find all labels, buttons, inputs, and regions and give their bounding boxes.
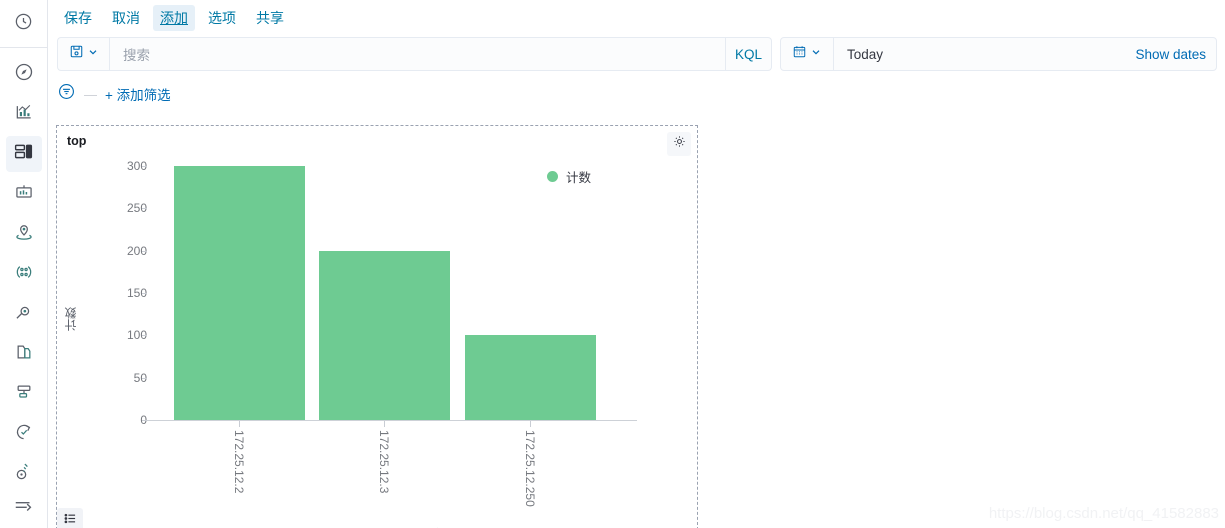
panel-title: top — [67, 134, 87, 148]
clock-icon — [14, 12, 33, 36]
x-axis-line — [147, 420, 637, 421]
query-bar: 搜索 KQL Today Show dates — [57, 37, 1217, 71]
global-nav-sidebar — [0, 0, 48, 528]
bar-2[interactable] — [465, 335, 596, 420]
compass-icon — [14, 62, 34, 87]
sidebar-item-metrics[interactable] — [6, 376, 42, 412]
x-tick-mark — [384, 421, 385, 427]
x-tick-mark — [239, 421, 240, 427]
x-axis-title: clientip.keyword: 降序 — [57, 524, 699, 528]
kibana-dashboard-edit-screen: 保存 取消 添加 选项 共享 搜索 KQL Today Show dates —… — [0, 0, 1225, 528]
gear-icon — [672, 134, 687, 154]
x-tick-label: 172.25.12.250 — [523, 430, 537, 507]
panel-list-button[interactable] — [57, 508, 83, 528]
kql-language-button[interactable]: KQL — [726, 37, 772, 71]
watermark: https://blog.csdn.net/qq_41582883 — [988, 505, 1219, 522]
logs-icon — [14, 342, 34, 367]
search-placeholder: 搜索 — [123, 48, 150, 63]
add-filter-button[interactable]: + 添加筛选 — [105, 84, 171, 104]
bar-chart: 计数 计数 300 250 200 150 100 50 0 — [57, 152, 699, 528]
sidebar-item-recently-viewed[interactable] — [0, 0, 47, 48]
floppy-disk-icon — [69, 44, 84, 64]
bar-1[interactable] — [319, 250, 450, 420]
x-tick-label: 172.25.12.2 — [232, 430, 246, 494]
top-menu-add[interactable]: 添加 — [153, 5, 195, 31]
sidebar-collapse-button[interactable] — [0, 486, 48, 528]
dashboard-panel-top[interactable]: top 计数 计数 300 250 200 150 100 50 172.25.… — [56, 125, 698, 528]
sidebar-item-graph[interactable] — [6, 256, 42, 292]
bar-chart-icon — [14, 102, 34, 127]
machine-learning-icon — [14, 302, 34, 327]
top-menu-cancel[interactable]: 取消 — [105, 5, 147, 31]
sidebar-item-discover[interactable] — [6, 56, 42, 92]
y-axis-title: 计数 — [64, 307, 78, 331]
chart-plot-area — [147, 166, 637, 420]
x-tick-label: 172.25.12.3 — [377, 430, 391, 494]
filter-icon[interactable] — [57, 82, 76, 106]
x-tick-mark — [530, 421, 531, 427]
canvas-icon — [14, 182, 34, 207]
sidebar-item-dashboard[interactable] — [5, 136, 42, 172]
chevron-down-icon — [810, 45, 822, 63]
sidebar-item-visualize[interactable] — [6, 96, 42, 132]
show-dates-button[interactable]: Show dates — [1135, 38, 1216, 70]
sidebar-item-machine-learning[interactable] — [6, 296, 42, 332]
top-menu-save[interactable]: 保存 — [57, 5, 99, 31]
uptime-icon — [14, 462, 34, 487]
apm-icon — [14, 422, 34, 447]
metrics-icon — [14, 382, 34, 407]
filter-separator: — — [84, 86, 97, 102]
top-menu-share[interactable]: 共享 — [249, 5, 291, 31]
chevron-down-icon — [87, 45, 99, 63]
saved-query-button[interactable] — [57, 37, 109, 71]
sidebar-item-canvas[interactable] — [6, 176, 42, 212]
bar-0[interactable] — [174, 166, 305, 420]
y-axis: 300 250 200 150 100 50 0 — [85, 159, 147, 434]
sidebar-item-logs[interactable] — [6, 336, 42, 372]
panel-resize-handle[interactable] — [687, 524, 695, 528]
filter-bar: — + 添加筛选 — [57, 82, 171, 106]
list-icon — [63, 511, 78, 528]
sidebar-item-apm[interactable] — [6, 416, 42, 452]
map-pin-icon — [14, 222, 34, 247]
top-menu-options[interactable]: 选项 — [201, 5, 243, 31]
date-quick-select-button[interactable] — [781, 38, 834, 70]
date-range-value[interactable]: Today — [834, 38, 1135, 70]
calendar-icon — [792, 44, 807, 64]
sidebar-item-maps[interactable] — [6, 216, 42, 252]
dashboard-top-menu: 保存 取消 添加 选项 共享 — [48, 0, 1225, 36]
collapse-arrow-icon — [13, 497, 35, 518]
date-picker: Today Show dates — [780, 37, 1217, 71]
graph-icon — [14, 262, 34, 287]
sidebar-nav-list — [0, 48, 47, 494]
search-input[interactable]: 搜索 — [109, 37, 726, 71]
dashboard-icon — [13, 141, 34, 167]
